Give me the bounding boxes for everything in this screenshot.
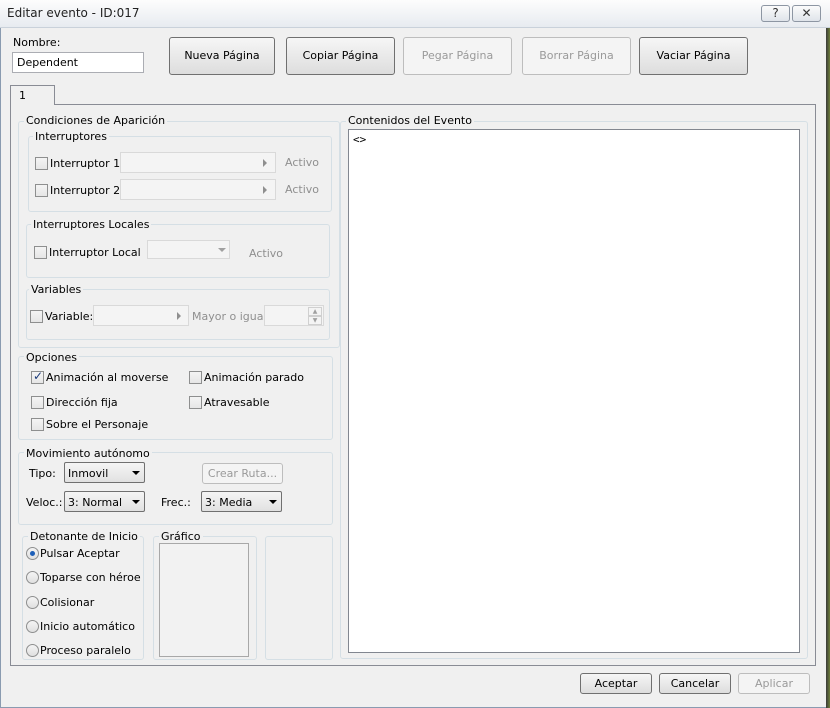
movement-freq-select[interactable]: 3: Media	[201, 491, 282, 512]
trigger-option-radio[interactable]	[26, 644, 39, 657]
delete-page-button[interactable]: Borrar Página	[522, 37, 631, 75]
through-label: Atravesable	[204, 396, 270, 409]
variable-compare-label: Mayor o igual	[192, 310, 267, 323]
movement-type-value: Inmovil	[68, 467, 109, 480]
chevron-right-icon	[263, 159, 267, 167]
movement-speed-label: Veloc.:	[26, 496, 63, 509]
movement-title: Movimiento autónomo	[24, 447, 152, 460]
trigger-option-radio[interactable]	[26, 596, 39, 609]
conditions-title: Condiciones de Aparición	[24, 114, 168, 127]
window-title: Editar evento - ID:017	[7, 6, 140, 20]
graphic-preview[interactable]	[159, 543, 249, 657]
local-switch-status: Activo	[249, 247, 283, 260]
chevron-down-icon	[269, 500, 277, 504]
above-checkbox[interactable]	[31, 418, 44, 431]
create-route-button[interactable]: Crear Ruta...	[202, 463, 283, 484]
variable-checkbox[interactable]	[30, 310, 43, 323]
trigger-title: Detonante de Inicio	[28, 530, 140, 543]
ok-button[interactable]: Aceptar	[580, 673, 652, 694]
trigger-option-label: Pulsar Aceptar	[40, 547, 120, 560]
local-switch-checkbox[interactable]	[34, 246, 47, 259]
event-commands-list[interactable]: <>	[348, 129, 800, 653]
name-label: Nombre:	[13, 36, 61, 49]
name-field[interactable]: Dependent	[12, 52, 144, 73]
command-line[interactable]: <>	[353, 133, 366, 146]
variable-label: Variable:	[45, 310, 94, 323]
new-page-button[interactable]: Nueva Página	[169, 37, 275, 75]
chevron-down-icon	[132, 471, 140, 475]
switch1-selector[interactable]	[120, 152, 276, 173]
switches-group	[28, 136, 332, 212]
trigger-option-label: Colisionar	[40, 596, 95, 609]
local-switch-label: Interruptor Local	[49, 246, 141, 259]
tab-page-1-label: 1	[19, 89, 26, 102]
help-button[interactable]: ?	[761, 5, 790, 22]
trigger-option-label: Inicio automático	[40, 620, 135, 633]
local-switch-selector[interactable]	[147, 240, 230, 259]
fixed-dir-label: Dirección fija	[46, 396, 118, 409]
chevron-down-icon	[218, 248, 226, 252]
chevron-down-icon	[132, 500, 140, 504]
spin-up-icon[interactable]: ▲	[308, 307, 322, 316]
switch2-selector[interactable]	[120, 179, 276, 200]
name-field-value: Dependent	[17, 56, 78, 69]
movement-freq-value: 3: Media	[205, 496, 253, 509]
chevron-right-icon	[263, 186, 267, 194]
tab-page-1[interactable]: 1	[10, 85, 55, 105]
switch1-checkbox[interactable]	[35, 157, 48, 170]
apply-button[interactable]: Aplicar	[738, 673, 810, 694]
switch2-checkbox[interactable]	[35, 184, 48, 197]
contents-title: Contenidos del Evento	[346, 114, 474, 127]
movement-speed-select[interactable]: 3: Normal	[64, 491, 145, 512]
movement-type-label: Tipo:	[29, 467, 56, 480]
trigger-option-radio[interactable]	[26, 547, 39, 560]
movement-freq-label: Frec.:	[161, 496, 191, 509]
cancel-button[interactable]: Cancelar	[659, 673, 731, 694]
chevron-right-icon	[177, 312, 181, 320]
walk-anim-checkbox[interactable]	[31, 369, 44, 384]
clear-page-button[interactable]: Vaciar Página	[639, 37, 748, 75]
paste-page-button[interactable]: Pegar Página	[403, 37, 512, 75]
close-button[interactable]: ✕	[792, 5, 821, 22]
switch1-label: Interruptor 1	[50, 157, 121, 170]
variable-selector[interactable]	[93, 305, 189, 326]
trigger-option-radio[interactable]	[26, 620, 39, 633]
fixed-dir-checkbox[interactable]	[31, 396, 44, 409]
extra-panel	[265, 536, 333, 660]
switches-title: Interruptores	[33, 130, 109, 143]
step-anim-checkbox[interactable]	[189, 371, 202, 384]
trigger-option-label: Toparse con héroe	[40, 571, 141, 584]
switch1-status: Activo	[285, 156, 319, 169]
graphic-title: Gráfico	[159, 530, 203, 543]
copy-page-button[interactable]: Copiar Página	[286, 37, 395, 75]
variables-title: Variables	[29, 283, 84, 296]
step-anim-label: Animación parado	[204, 371, 305, 384]
switch2-status: Activo	[285, 183, 319, 196]
movement-type-select[interactable]: Inmovil	[64, 462, 145, 483]
background-window-edge	[826, 28, 830, 708]
trigger-option-radio[interactable]	[26, 571, 39, 584]
switch2-label: Interruptor 2	[50, 184, 121, 197]
through-checkbox[interactable]	[189, 396, 202, 409]
movement-speed-value: 3: Normal	[68, 496, 123, 509]
above-label: Sobre el Personaje	[46, 418, 149, 431]
walk-anim-label: Animación al moverse	[46, 371, 169, 384]
spin-down-icon[interactable]: ▼	[308, 316, 322, 325]
options-title: Opciones	[24, 351, 79, 364]
local-switches-title: Interruptores Locales	[31, 218, 152, 231]
variable-value-spinner[interactable]: ▲ ▼	[264, 305, 324, 326]
trigger-option-label: Proceso paralelo	[40, 644, 131, 657]
